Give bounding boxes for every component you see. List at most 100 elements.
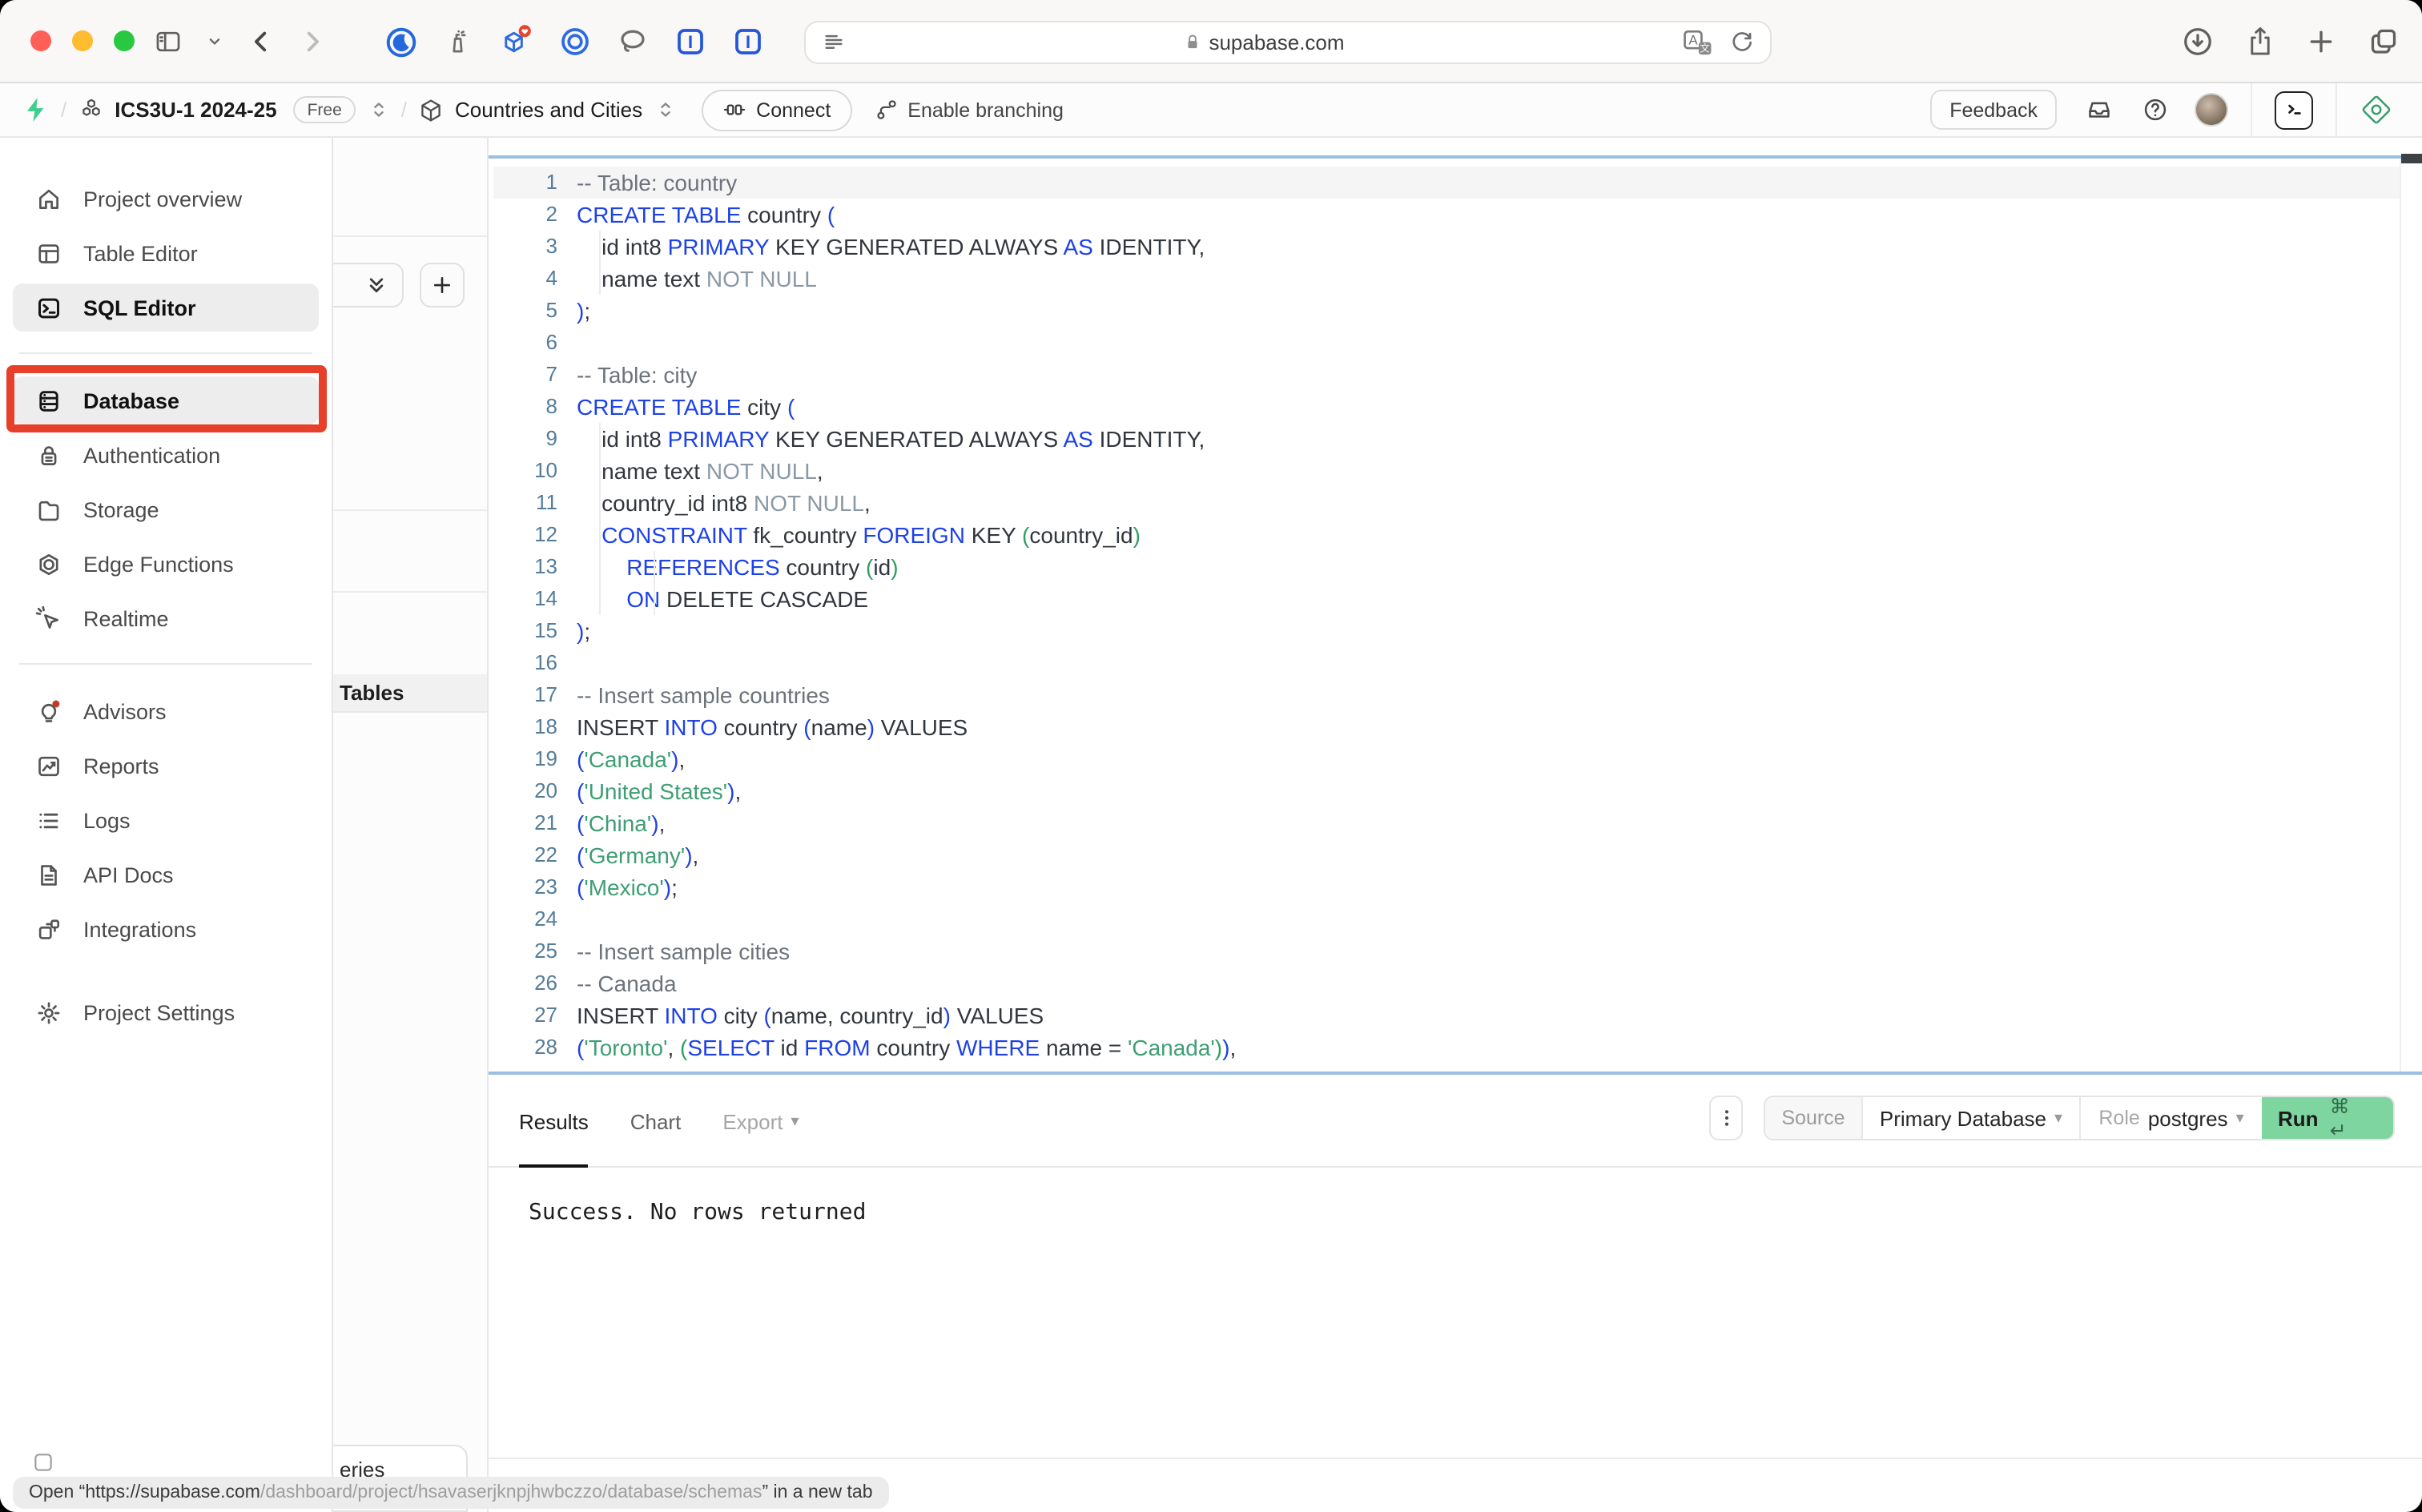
sidebar-item-table-editor[interactable]: Table Editor bbox=[0, 226, 332, 280]
code-line-18[interactable]: 18INSERT INTO country (name) VALUES bbox=[493, 711, 2400, 743]
code-line-8[interactable]: 8CREATE TABLE city ( bbox=[493, 391, 2400, 423]
export-dropdown[interactable]: Export▾ bbox=[722, 1109, 799, 1133]
project-breadcrumb[interactable]: Countries and Cities bbox=[455, 98, 642, 122]
sidebar-item-label: Storage bbox=[83, 497, 159, 521]
spray-bottle-icon[interactable] bbox=[444, 27, 473, 56]
tab-overview-icon[interactable] bbox=[2368, 26, 2400, 58]
code-line-2[interactable]: 2CREATE TABLE country ( bbox=[493, 199, 2400, 231]
back-icon[interactable] bbox=[247, 27, 276, 56]
sql-editor[interactable]: 1-- Table: country2CREATE TABLE country … bbox=[493, 167, 2400, 1072]
code-line-5[interactable]: 5); bbox=[493, 295, 2400, 327]
translate-icon[interactable]: A文 bbox=[1682, 26, 1714, 58]
code-line-17[interactable]: 17-- Insert sample countries bbox=[493, 679, 2400, 711]
sidebar-item-project-settings[interactable]: Project Settings bbox=[0, 985, 332, 1040]
reader-icon[interactable] bbox=[822, 30, 846, 54]
url-text[interactable]: supabase.com bbox=[1209, 30, 1344, 54]
sidebar-item-authentication[interactable]: Authentication bbox=[0, 428, 332, 482]
line-number: 15 bbox=[493, 615, 557, 647]
code-line-11[interactable]: 11 country_id int8 NOT NULL, bbox=[493, 487, 2400, 519]
advisors-icon bbox=[35, 698, 62, 725]
tab-results[interactable]: Results bbox=[519, 1075, 589, 1168]
code-line-26[interactable]: 26-- Canada bbox=[493, 967, 2400, 999]
ring-icon[interactable] bbox=[559, 26, 591, 58]
code-line-12[interactable]: 12 CONSTRAINT fk_country FOREIGN KEY (co… bbox=[493, 519, 2400, 551]
run-button[interactable]: Run⌘ ↵ bbox=[2262, 1097, 2393, 1139]
code-line-25[interactable]: 25-- Insert sample cities bbox=[493, 935, 2400, 967]
code-line-21[interactable]: 21('China'), bbox=[493, 807, 2400, 839]
code-line-1[interactable]: 1-- Table: country bbox=[493, 167, 2400, 199]
panel-item-tables[interactable]: Tables bbox=[333, 674, 487, 713]
sidebar-item-api-docs[interactable]: API Docs bbox=[0, 847, 332, 902]
sidebar-item-edge-functions[interactable]: Edge Functions bbox=[0, 537, 332, 591]
sidebar-item-integrations[interactable]: Integrations bbox=[0, 902, 332, 956]
address-bar[interactable]: supabase.com A文 bbox=[804, 21, 1772, 64]
code-line-27[interactable]: 27INSERT INTO city (name, country_id) VA… bbox=[493, 999, 2400, 1031]
code-line-7[interactable]: 7-- Table: city bbox=[493, 359, 2400, 391]
code-line-9[interactable]: 9 id int8 PRIMARY KEY GENERATED ALWAYS A… bbox=[493, 423, 2400, 455]
zoom-window-button[interactable] bbox=[114, 30, 135, 51]
code-line-4[interactable]: 4 name text NOT NULL bbox=[493, 263, 2400, 295]
chevron-down-small-icon[interactable] bbox=[205, 32, 224, 51]
code-line-14[interactable]: 14 ON DELETE CASCADE bbox=[493, 583, 2400, 615]
close-window-button[interactable] bbox=[30, 30, 51, 51]
line-number: 26 bbox=[493, 967, 557, 999]
sidebar-toggle-icon[interactable] bbox=[154, 27, 183, 56]
org-breadcrumb[interactable]: ICS3U-1 2024-25 bbox=[115, 98, 276, 122]
tab-chart[interactable]: Chart bbox=[630, 1109, 682, 1133]
status-tooltip: Open “https://supabase.com/dashboard/pro… bbox=[13, 1477, 889, 1509]
cube-heart-icon[interactable] bbox=[498, 24, 533, 59]
code-line-19[interactable]: 19('Canada'), bbox=[493, 743, 2400, 775]
editor-scrollbar-thumb[interactable] bbox=[2401, 154, 2422, 163]
blocker-i-1-icon[interactable]: I bbox=[674, 26, 706, 58]
nav-sidebar: Project overviewTable EditorSQL Editor Da… bbox=[0, 138, 333, 1512]
code-line-6[interactable]: 6 bbox=[493, 327, 2400, 359]
sidebar-item-storage[interactable]: Storage bbox=[0, 482, 332, 537]
line-number: 21 bbox=[493, 807, 557, 839]
code-line-28[interactable]: 28('Toronto', (SELECT id FROM country WH… bbox=[493, 1031, 2400, 1064]
sidebar-item-realtime[interactable]: Realtime bbox=[0, 591, 332, 645]
enable-branching-button[interactable]: Enable branching bbox=[874, 98, 1064, 122]
browser-toolbar: II supabase.com A文 bbox=[0, 0, 2422, 83]
avatar[interactable] bbox=[2195, 93, 2228, 127]
sidebar-item-logs[interactable]: Logs bbox=[0, 793, 332, 847]
role-select[interactable]: Rolepostgres▾ bbox=[2081, 1097, 2262, 1139]
connect-button[interactable]: Connect bbox=[702, 89, 851, 131]
code-line-24[interactable]: 24 bbox=[493, 903, 2400, 935]
code-line-10[interactable]: 10 name text NOT NULL, bbox=[493, 455, 2400, 487]
code-line-20[interactable]: 20('United States'), bbox=[493, 775, 2400, 807]
new-tab-icon[interactable] bbox=[2307, 27, 2336, 56]
notifications-inbox-icon[interactable] bbox=[2086, 96, 2113, 123]
sidebar-item-project-overview[interactable]: Project overview bbox=[0, 171, 332, 226]
code-line-22[interactable]: 22('Germany'), bbox=[493, 839, 2400, 871]
code-line-23[interactable]: 23('Mexico'); bbox=[493, 871, 2400, 903]
window-controls[interactable] bbox=[30, 30, 135, 51]
more-options-button[interactable] bbox=[1709, 1096, 1743, 1140]
share-icon[interactable] bbox=[2246, 26, 2275, 58]
project-switcher-chevron-icon[interactable] bbox=[655, 99, 676, 120]
code-line-3[interactable]: 3 id int8 PRIMARY KEY GENERATED ALWAYS A… bbox=[493, 231, 2400, 263]
database-select[interactable]: Primary Database▾ bbox=[1863, 1097, 2081, 1139]
forward-icon[interactable] bbox=[298, 27, 327, 56]
sidebar-item-database[interactable]: Database bbox=[0, 373, 332, 428]
supabase-logo-icon[interactable] bbox=[22, 96, 50, 123]
org-switcher-chevron-icon[interactable] bbox=[369, 99, 390, 120]
feedback-button[interactable]: Feedback bbox=[1930, 90, 2057, 130]
lasso-icon[interactable] bbox=[617, 26, 649, 58]
new-query-button[interactable] bbox=[420, 263, 465, 308]
sidebar-item-advisors[interactable]: Advisors bbox=[0, 684, 332, 738]
line-number: 20 bbox=[493, 775, 557, 807]
downloads-icon[interactable] bbox=[2182, 26, 2214, 58]
code-line-15[interactable]: 15); bbox=[493, 615, 2400, 647]
help-icon[interactable] bbox=[2142, 96, 2169, 123]
moon-icon[interactable] bbox=[384, 25, 418, 58]
code-line-16[interactable]: 16 bbox=[493, 647, 2400, 679]
minimize-window-button[interactable] bbox=[72, 30, 93, 51]
code-line-13[interactable]: 13 REFERENCES country (id) bbox=[493, 551, 2400, 583]
blocker-i-2-icon[interactable]: I bbox=[732, 26, 764, 58]
sidebar-item-reports[interactable]: Reports bbox=[0, 738, 332, 793]
assistant-icon[interactable] bbox=[2360, 93, 2393, 127]
reload-icon[interactable] bbox=[1730, 30, 1754, 54]
line-number: 17 bbox=[493, 679, 557, 711]
sql-terminal-button[interactable] bbox=[2275, 90, 2313, 129]
sidebar-item-sql-editor[interactable]: SQL Editor bbox=[0, 280, 332, 335]
